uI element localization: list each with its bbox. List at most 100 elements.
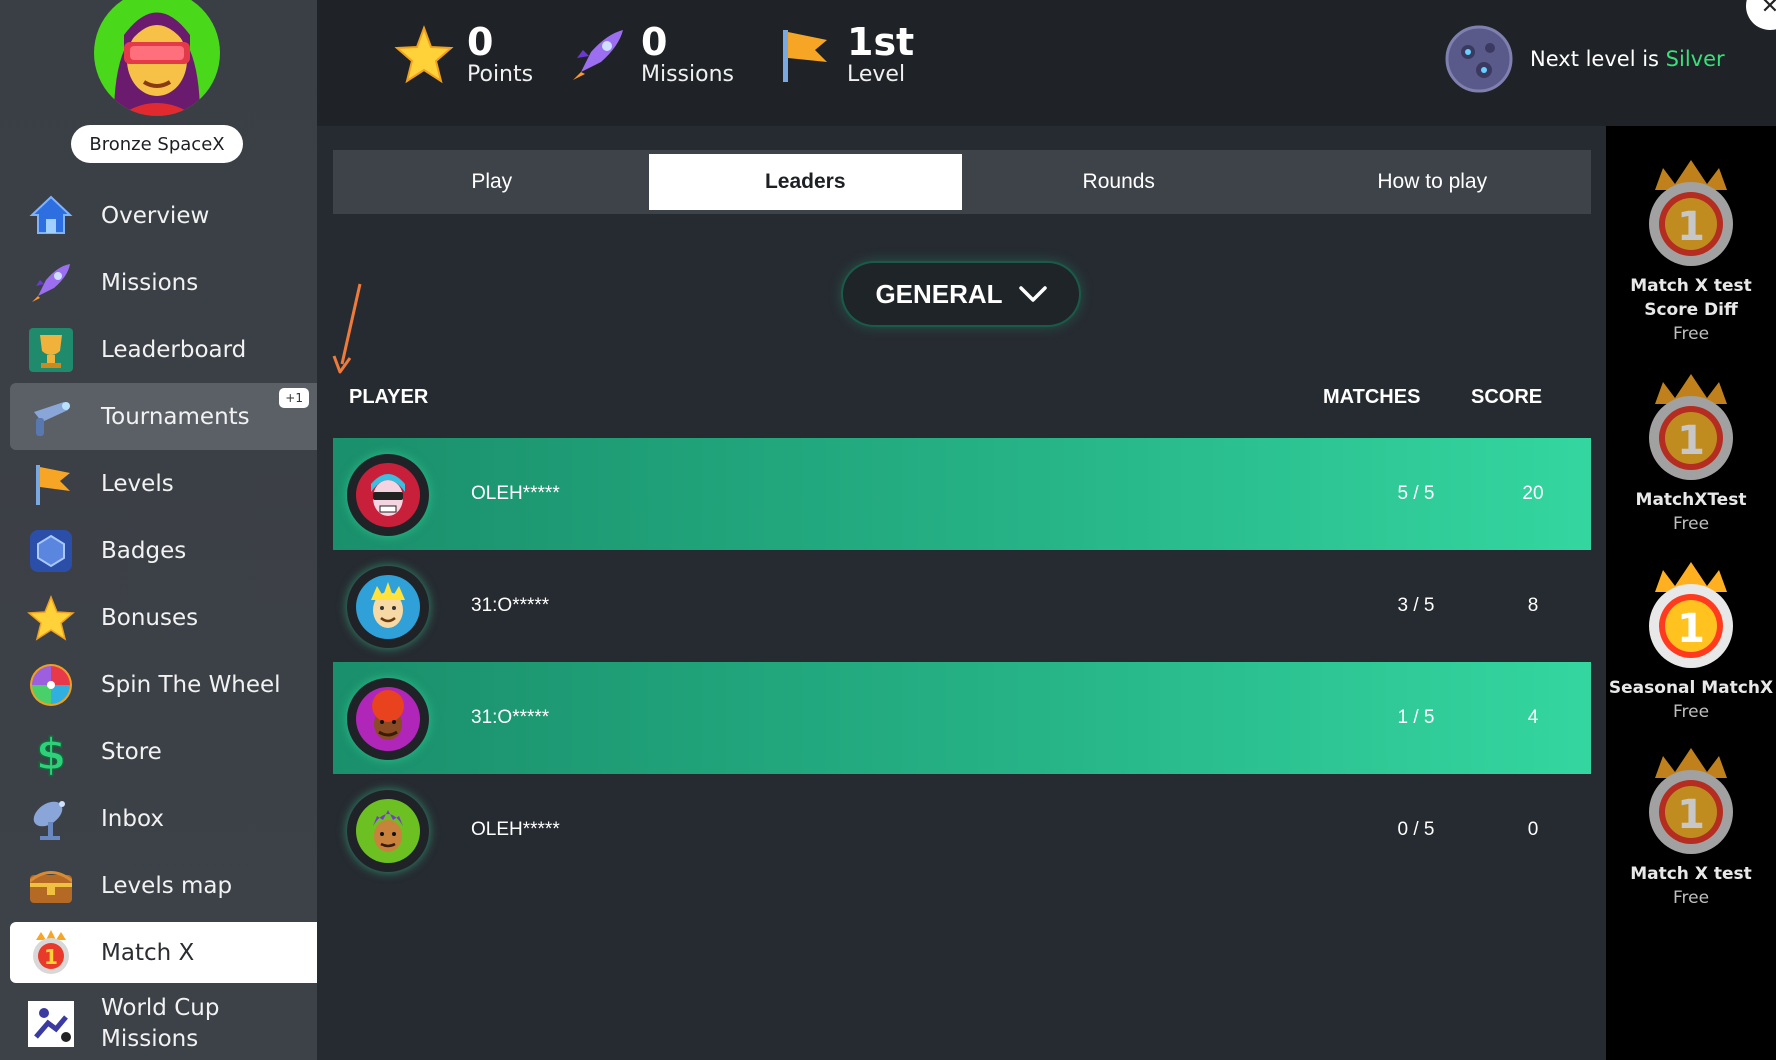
trophy-icon bbox=[29, 327, 73, 372]
star-icon bbox=[27, 594, 75, 641]
tab-bar: Play Leaders Rounds How to play bbox=[333, 150, 1591, 214]
sidebar-item-label: World Cup Missions bbox=[101, 995, 220, 1052]
header-matches: MATCHES bbox=[1323, 386, 1421, 408]
next-level-text: Next level is Silver bbox=[1530, 47, 1725, 71]
tournament-price: Free bbox=[1672, 888, 1710, 908]
top-stats-bar: 0 Points 0 Missions 1st Level Next level… bbox=[317, 0, 1776, 126]
tournament-rail: 1 Match X test Score Diff Free 1 MatchXT… bbox=[1606, 126, 1776, 1060]
medal-icon: 1 bbox=[1649, 374, 1733, 480]
table-row[interactable]: 31:O***** 1 / 5 4 bbox=[333, 662, 1591, 774]
tab-play[interactable]: Play bbox=[335, 154, 649, 210]
next-level-indicator: Next level is Silver bbox=[1444, 24, 1725, 94]
sidebar-item-label: Missions bbox=[101, 269, 199, 296]
player-score: 0 bbox=[1527, 819, 1539, 840]
points-stat: 0 Points bbox=[393, 22, 533, 88]
satellite-icon bbox=[33, 800, 65, 840]
player-matches: 0 / 5 bbox=[1397, 819, 1435, 840]
tournament-card[interactable]: 1 Match X test Score Diff Free bbox=[1606, 154, 1776, 346]
medal-icon: 1 bbox=[1649, 160, 1733, 266]
level-label: Level bbox=[847, 62, 906, 87]
sidebar-item-spin-the-wheel[interactable]: Spin The Wheel bbox=[0, 651, 317, 718]
level-stat: 1st Level bbox=[773, 22, 914, 88]
sidebar-item-label: Levels map bbox=[101, 872, 233, 899]
table-row[interactable]: OLEH***** 5 / 5 20 bbox=[333, 438, 1591, 550]
sidebar-item-label: Match X bbox=[101, 939, 195, 966]
rocket-icon bbox=[32, 263, 70, 302]
rocket-icon bbox=[573, 30, 623, 80]
tab-rounds[interactable]: Rounds bbox=[962, 154, 1276, 210]
sidebar-item-label: Levels bbox=[101, 470, 174, 497]
tournament-price: Free bbox=[1672, 324, 1710, 344]
chevron-down-icon bbox=[1018, 286, 1047, 302]
close-button[interactable]: ✕ bbox=[1746, 0, 1776, 30]
shield-icon bbox=[30, 529, 72, 572]
sidebar-item-levels-map[interactable]: Levels map bbox=[0, 852, 317, 919]
sidebar-item-label: Leaderboard bbox=[101, 336, 247, 363]
player-avatar bbox=[347, 454, 429, 536]
player-matches: 1 / 5 bbox=[1397, 707, 1435, 728]
tab-how-to-play[interactable]: How to play bbox=[1276, 154, 1590, 210]
player-matches: 5 / 5 bbox=[1397, 483, 1435, 504]
sidebar-item-bonuses[interactable]: Bonuses bbox=[0, 584, 317, 651]
table-row[interactable]: OLEH***** 0 / 5 0 bbox=[333, 774, 1591, 886]
svg-text:$: $ bbox=[36, 729, 67, 777]
medal-icon: 1 bbox=[1649, 562, 1733, 668]
sidebar-item-label: Store bbox=[101, 738, 162, 765]
sidebar-item-missions[interactable]: Missions bbox=[0, 249, 317, 316]
tab-leaders[interactable]: Leaders bbox=[648, 154, 962, 210]
sidebar-item-store[interactable]: $ Store bbox=[0, 718, 317, 785]
tournament-name: Match X test Score Diff bbox=[1630, 276, 1752, 320]
sidebar-item-label: Tournaments bbox=[101, 403, 250, 430]
sidebar-item-label: Spin The Wheel bbox=[101, 671, 281, 698]
level-value: 1st bbox=[847, 20, 915, 64]
sidebar-item-leaderboard[interactable]: Leaderboard bbox=[0, 316, 317, 383]
sidebar: Bronze SpaceX Overview Missions Leaderbo… bbox=[0, 0, 317, 1060]
rank-label: Bronze SpaceX bbox=[71, 125, 243, 163]
sidebar-item-tournaments[interactable]: Tournaments +1 bbox=[10, 383, 317, 450]
user-avatar[interactable] bbox=[94, 0, 220, 116]
sidebar-item-label: Overview bbox=[101, 202, 210, 229]
leaderboard-filter-dropdown[interactable]: GENERAL bbox=[843, 263, 1079, 325]
sidebar-item-overview[interactable]: Overview bbox=[0, 182, 317, 249]
player-name: 31:O***** bbox=[471, 707, 550, 728]
player-name: OLEH***** bbox=[471, 819, 560, 840]
sidebar-item-match-x[interactable]: 1 Match X bbox=[10, 922, 317, 983]
leaderboard-table: OLEH***** 5 / 5 20 31:O***** 3 / 5 8 31:… bbox=[333, 438, 1591, 886]
tournament-card[interactable]: 1 Match X test Free bbox=[1606, 742, 1776, 910]
player-score: 20 bbox=[1522, 483, 1544, 504]
raygun-icon bbox=[34, 401, 70, 436]
medal-icon: 1 bbox=[33, 929, 69, 974]
close-icon: ✕ bbox=[1760, 0, 1776, 19]
sidebar-item-badges[interactable]: Badges bbox=[0, 517, 317, 584]
medal-icon: 1 bbox=[1649, 748, 1733, 854]
tournament-name: Match X test bbox=[1630, 864, 1752, 884]
next-level-name: Silver bbox=[1665, 47, 1725, 71]
tournament-card[interactable]: 1 MatchXTest Free bbox=[1606, 368, 1776, 536]
tournament-card-active[interactable]: 1 Seasonal MatchX Free bbox=[1606, 556, 1776, 724]
sidebar-item-levels[interactable]: Levels bbox=[0, 450, 317, 517]
sidebar-menu: Overview Missions Leaderboard Tournament… bbox=[0, 182, 317, 1060]
sidebar-item-label: Bonuses bbox=[101, 604, 199, 631]
points-label: Points bbox=[467, 62, 534, 87]
chest-icon bbox=[30, 870, 72, 903]
player-avatar bbox=[347, 678, 429, 760]
filter-selected: GENERAL bbox=[875, 278, 1003, 309]
tournament-name: MatchXTest bbox=[1635, 490, 1747, 510]
player-avatar bbox=[347, 790, 429, 872]
sidebar-item-inbox[interactable]: Inbox bbox=[0, 785, 317, 852]
soccer-icon bbox=[28, 1001, 74, 1047]
house-icon bbox=[29, 195, 73, 234]
dollar-icon: $ bbox=[35, 728, 67, 777]
flag-icon bbox=[36, 464, 70, 505]
header-score: SCORE bbox=[1471, 386, 1543, 408]
table-row[interactable]: 31:O***** 3 / 5 8 bbox=[333, 550, 1591, 662]
svg-text:1: 1 bbox=[1677, 606, 1705, 652]
svg-text:1: 1 bbox=[1677, 792, 1705, 838]
star-icon bbox=[394, 25, 454, 84]
notification-badge: +1 bbox=[279, 388, 309, 408]
points-value: 0 bbox=[467, 20, 494, 64]
sidebar-item-world-cup-missions[interactable]: World Cup Missions bbox=[0, 986, 317, 1060]
annotation-arrow bbox=[332, 283, 362, 374]
player-score: 4 bbox=[1527, 707, 1539, 728]
next-level-prefix: Next level is bbox=[1530, 47, 1666, 71]
